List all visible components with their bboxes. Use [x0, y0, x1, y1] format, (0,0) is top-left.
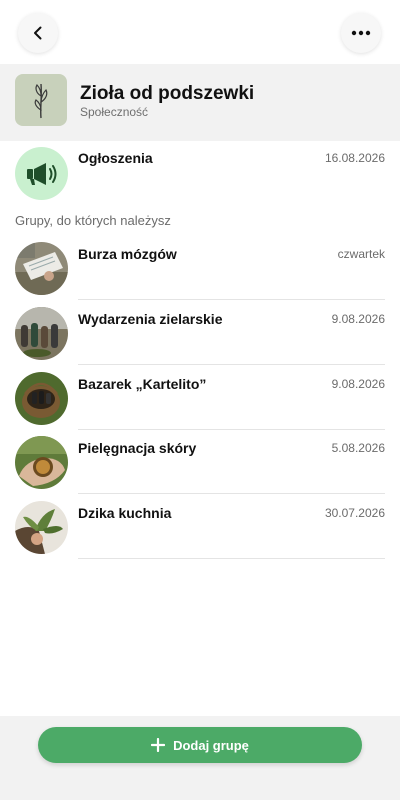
group-date: 30.07.2026: [324, 506, 385, 520]
back-button[interactable]: [18, 13, 58, 53]
bottom-action-area: Dodaj grupę: [0, 716, 400, 800]
group-name: Wydarzenia zielarskie: [78, 311, 223, 327]
group-row-pielegnacja-skory[interactable]: Pielęgnacja skóry 5.08.2026: [0, 430, 400, 494]
group-name: Pielęgnacja skóry: [78, 440, 197, 456]
plus-icon: [151, 738, 166, 752]
group-date: 9.08.2026: [331, 312, 385, 326]
group-name: Burza mózgów: [78, 246, 177, 262]
divider: [78, 364, 385, 365]
divider: [78, 493, 385, 494]
announcements-row[interactable]: Ogłoszenia 16.08.2026: [0, 141, 400, 205]
community-thumbnail: [15, 74, 67, 126]
announcements-label: Ogłoszenia: [78, 150, 153, 166]
community-subtitle: Społeczność: [80, 105, 149, 119]
chevron-left-icon: [34, 26, 42, 40]
divider: [78, 558, 385, 559]
group-date: czwartek: [337, 247, 385, 261]
community-title: Zioła od podszewki: [80, 83, 255, 104]
more-options-button[interactable]: [341, 13, 381, 53]
ellipsis-icon: [351, 30, 371, 36]
group-row-dzika-kuchnia[interactable]: Dzika kuchnia 30.07.2026: [0, 495, 400, 559]
group-avatar: [15, 501, 68, 554]
group-row-burza-mozgow[interactable]: Burza mózgów czwartek: [0, 236, 400, 300]
group-date: 9.08.2026: [331, 377, 385, 391]
top-bar: [0, 0, 400, 64]
groups-section-label: Grupy, do których należysz: [15, 213, 171, 228]
divider: [78, 299, 385, 300]
group-avatar: [15, 372, 68, 425]
community-header[interactable]: Zioła od podszewki Społeczność: [0, 64, 400, 141]
group-row-wydarzenia-zielarskie[interactable]: Wydarzenia zielarskie 9.08.2026: [0, 301, 400, 365]
add-group-label: Dodaj grupę: [173, 737, 249, 753]
group-avatar: [15, 436, 68, 489]
add-group-button[interactable]: Dodaj grupę: [38, 727, 362, 763]
announcements-avatar: [15, 147, 68, 200]
group-name: Dzika kuchnia: [78, 505, 172, 521]
group-name: Bazarek „Kartelito”: [78, 376, 207, 392]
megaphone-icon: [26, 162, 56, 185]
group-avatar: [15, 242, 68, 295]
group-row-bazarek-kartelito[interactable]: Bazarek „Kartelito” 9.08.2026: [0, 366, 400, 430]
group-date: 5.08.2026: [331, 441, 385, 455]
group-avatar: [15, 307, 68, 360]
announcements-date: 16.08.2026: [324, 151, 385, 165]
